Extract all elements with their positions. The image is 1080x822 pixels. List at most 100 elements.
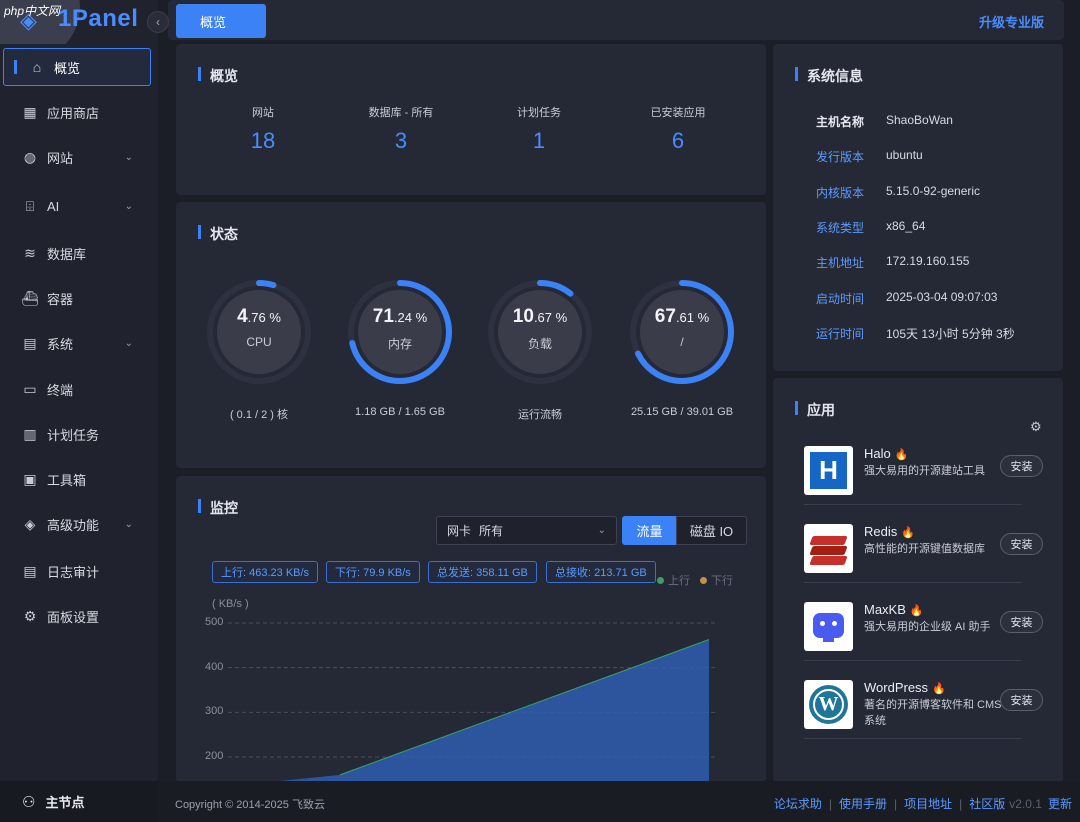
link-project[interactable]: 项目地址 — [904, 795, 952, 812]
overview-stat[interactable]: 数据库 - 所有3 — [326, 104, 476, 154]
sidebar-item-10[interactable]: ◈高级功能⌄ — [3, 505, 151, 543]
app-logo-icon: W — [804, 680, 853, 729]
legend-download[interactable]: 下行 — [700, 572, 733, 588]
update-link[interactable]: 更新 — [1048, 795, 1072, 812]
sysinfo-key: 发行版本 — [816, 148, 886, 165]
sidebar-item-6[interactable]: ▤系统⌄ — [3, 324, 151, 362]
version-label: v2.0.1 — [1009, 797, 1042, 811]
gauge-value-int: 10 — [513, 306, 534, 327]
database-icon: ≋ — [21, 245, 39, 262]
gauge[interactable]: 4.76 %CPU — [205, 278, 313, 386]
sysinfo-row: 内核版本5.15.0-92-generic — [816, 184, 980, 201]
app-name: Redis🔥 — [864, 524, 915, 539]
tab-disk-io[interactable]: 磁盘 IO — [676, 516, 747, 545]
app-description: 强大易用的开源建站工具 — [864, 463, 1002, 479]
nic-select[interactable]: 网卡 所有 ⌄ — [436, 516, 617, 545]
monitor-title: 监控 — [198, 498, 238, 518]
install-button[interactable]: 安装 — [1000, 455, 1043, 477]
sysinfo-value: ubuntu — [886, 148, 923, 165]
app-item[interactable]: Redis🔥高性能的开源键值数据库安装 — [804, 524, 1044, 584]
upgrade-link[interactable]: 升级专业版 — [979, 12, 1044, 31]
sidebar-item-2[interactable]: ◍网站⌄ — [3, 138, 151, 176]
traffic-stat-chip: 下行: 79.9 KB/s — [326, 561, 420, 583]
overview-stat-value: 3 — [326, 128, 476, 154]
link-edition[interactable]: 社区版 — [969, 795, 1005, 812]
upload-series-area — [280, 640, 709, 781]
gauge[interactable]: 67.61 % / — [628, 278, 736, 386]
legend-download-dot — [700, 577, 707, 584]
sidebar-item-9[interactable]: ▣工具箱 — [3, 460, 151, 498]
sidebar-item-0[interactable]: ⌂概览 — [3, 48, 151, 86]
sysinfo-key: 主机名称 — [816, 113, 886, 130]
overview-stat-value: 1 — [464, 128, 614, 154]
gauge-name: 负载 — [486, 335, 594, 352]
legend-upload-dot — [657, 577, 664, 584]
app-item[interactable]: HHalo🔥强大易用的开源建站工具安装 — [804, 446, 1044, 506]
gauge-value-dec: .24 % — [394, 310, 427, 325]
hot-flame-icon: 🔥 — [901, 527, 915, 539]
log-icon: ▤ — [21, 563, 39, 580]
gear-icon: ⚙ — [21, 608, 39, 625]
collapse-sidebar-button[interactable]: ‹ — [147, 11, 169, 33]
app-name: Halo🔥 — [864, 446, 908, 461]
sidebar-item-label: AI — [47, 199, 59, 214]
calendar-icon: ▥ — [21, 426, 39, 443]
install-button[interactable]: 安装 — [1000, 533, 1043, 555]
gauge-center: 4.76 %CPU — [205, 306, 313, 349]
gauge-subtext: 25.15 GB / 39.01 GB — [607, 406, 757, 418]
sysinfo-row: 发行版本ubuntu — [816, 148, 923, 165]
legend-upload[interactable]: 上行 — [657, 572, 690, 588]
link-manual[interactable]: 使用手册 — [839, 795, 887, 812]
overview-stat[interactable]: 计划任务1 — [464, 104, 614, 154]
app-settings-gear-icon[interactable]: ⚙ — [1030, 419, 1042, 435]
sidebar-item-label: 高级功能 — [47, 515, 99, 534]
sidebar-item-3[interactable]: ⌹AI⌄ — [3, 187, 151, 225]
grid-icon: ▦ — [21, 104, 39, 121]
sidebar-item-label: 计划任务 — [47, 425, 99, 444]
gauge-value-dec: .67 % — [534, 310, 567, 325]
sidebar-item-5[interactable]: ⛴容器 — [3, 279, 151, 317]
copyright: Copyright © 2014-2025 飞致云 — [175, 796, 325, 812]
overview-stat[interactable]: 已安装应用6 — [603, 104, 753, 154]
sidebar-item-label: 网站 — [47, 148, 73, 167]
gauge[interactable]: 71.24 %内存 — [346, 278, 454, 386]
app-name: WordPress🔥 — [864, 680, 946, 695]
gauge-value-int: 4 — [237, 306, 248, 327]
gauge-name: / — [628, 335, 736, 349]
sidebar-item-label: 容器 — [47, 289, 73, 308]
gauge-subtext: ( 0.1 / 2 ) 核 — [184, 406, 334, 422]
overview-stat[interactable]: 网站18 — [188, 104, 338, 154]
sysinfo-row: 主机地址172.19.160.155 — [816, 254, 969, 271]
app-description: 强大易用的企业级 AI 助手 — [864, 619, 1002, 635]
gauge[interactable]: 10.67 % 负载 — [486, 278, 594, 386]
sidebar-item-1[interactable]: ▦应用商店 — [3, 93, 151, 131]
install-button[interactable]: 安装 — [1000, 611, 1043, 633]
gauge-value: 67.61 % — [628, 306, 736, 328]
globe-icon: ◍ — [21, 149, 39, 166]
gauge-center: 71.24 %内存 — [346, 306, 454, 352]
sidebar-item-8[interactable]: ▥ 计划任务 — [3, 415, 151, 453]
sysinfo-row: 运行时间105天 13小时 5分钟 3秒 — [816, 325, 1015, 342]
sidebar-item-7[interactable]: ▭终端 — [3, 370, 151, 408]
link-forum[interactable]: 论坛求助 — [774, 795, 822, 812]
gauge-subtext: 运行流畅 — [465, 406, 615, 422]
sidebar-item-label: 面板设置 — [47, 607, 99, 626]
tab-traffic[interactable]: 流量 — [622, 516, 677, 545]
app-description: 著名的开源博客软件和 CMS 系统 — [864, 697, 1002, 729]
sysinfo-key: 主机地址 — [816, 254, 886, 271]
robot-icon: ⌹ — [21, 198, 39, 215]
sysinfo-row: 启动时间2025-03-04 09:07:03 — [816, 290, 997, 307]
gauge-value-int: 67 — [655, 306, 676, 327]
app-item[interactable]: MaxKB🔥强大易用的企业级 AI 助手安装 — [804, 602, 1044, 662]
status-title: 状态 — [198, 224, 238, 244]
sidebar-item-11[interactable]: ▤日志审计 — [3, 552, 151, 590]
install-button[interactable]: 安装 — [1000, 689, 1043, 711]
sidebar-item-4[interactable]: ≋数据库 — [3, 234, 151, 272]
app-item[interactable]: W WordPress🔥 著名的开源博客软件和 CMS 系统安装 — [804, 680, 1044, 740]
sidebar-item-12[interactable]: ⚙ 面板设置 — [3, 597, 151, 635]
node-label: 主节点 — [45, 792, 84, 811]
divider — [804, 582, 1022, 583]
tab-overview[interactable]: 概览 — [176, 4, 266, 38]
node-selector[interactable]: ⚇ 主节点 — [0, 781, 158, 822]
traffic-stat-chip: 总发送: 358.11 GB — [428, 561, 537, 583]
